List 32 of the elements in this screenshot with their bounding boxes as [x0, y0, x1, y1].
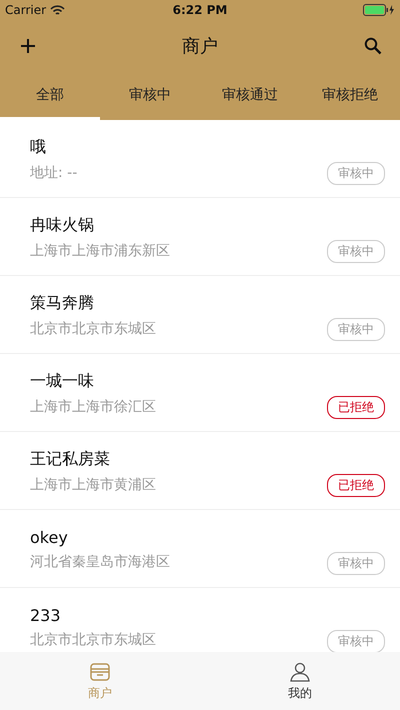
status-tag: 审核中: [327, 240, 385, 263]
merchant-address: 上海市上海市徐汇区: [30, 398, 156, 416]
tab-bar-item[interactable]: 我的: [200, 652, 400, 710]
filter-tab[interactable]: 全部: [0, 72, 100, 120]
status-tag: 已拒绝: [327, 396, 385, 419]
page-title: 商户: [182, 35, 218, 58]
search-icon[interactable]: [364, 37, 382, 55]
battery-icon: [362, 4, 395, 16]
add-icon[interactable]: [20, 38, 36, 54]
merchant-name: okey: [30, 528, 69, 547]
filter-tab[interactable]: 审核中: [100, 72, 200, 120]
status-tag: 审核中: [327, 552, 385, 575]
merchant-address: 河北省秦皇岛市海港区: [30, 553, 170, 571]
time-label: 6:22 PM: [172, 3, 228, 17]
merchant-name: 王记私房菜: [30, 449, 111, 470]
wifi-icon: [50, 4, 66, 16]
status-tag: 已拒绝: [327, 474, 385, 497]
merchant-address: 北京市北京市东城区: [30, 320, 156, 338]
merchant-name: 策马奔腾: [30, 293, 95, 314]
filter-tab[interactable]: 审核通过: [200, 72, 300, 120]
filter-tab[interactable]: 审核拒绝: [300, 72, 400, 120]
merchant-address: 上海市上海市浦东新区: [30, 242, 170, 260]
merchant-address: 地址: --: [30, 164, 78, 182]
merchant-name: 233: [30, 606, 62, 625]
status-tag: 审核中: [327, 318, 385, 341]
merchant-name: 哦: [30, 137, 47, 158]
status-tag: 审核中: [327, 162, 385, 185]
merchant-name: 一城一味: [30, 371, 95, 392]
merchant-name: 冉味火锅: [30, 215, 95, 236]
merchant-address: 北京市北京市东城区: [30, 631, 156, 649]
carrier-label: Carrier: [5, 3, 46, 17]
merchant-address: 上海市上海市黄浦区: [30, 476, 156, 494]
